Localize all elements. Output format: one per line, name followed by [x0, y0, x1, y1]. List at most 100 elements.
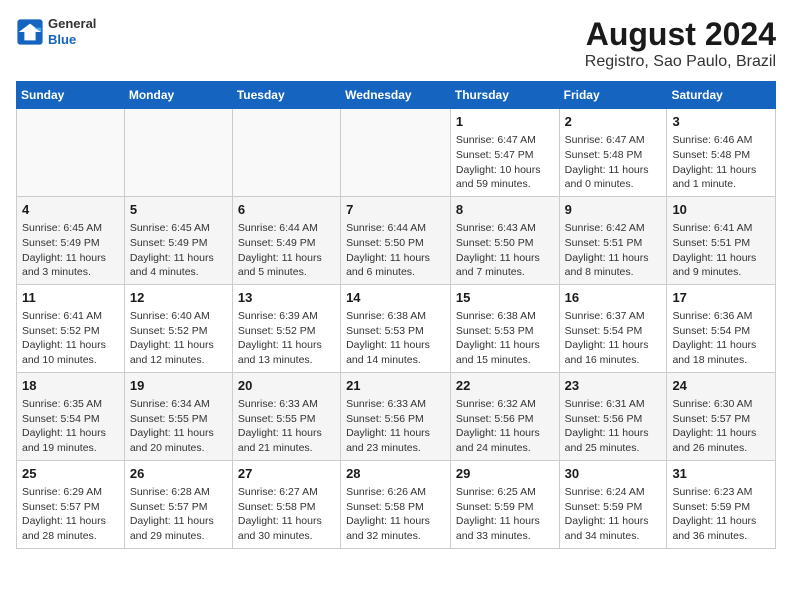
day-content: Sunrise: 6:35 AM Sunset: 5:54 PM Dayligh…: [22, 397, 119, 456]
day-cell: 3 Sunrise: 6:46 AM Sunset: 5:48 PM Daylig…: [667, 109, 776, 197]
page-subtitle: Registro, Sao Paulo, Brazil: [585, 53, 776, 71]
day-number: 21: [346, 377, 445, 395]
day-number: 8: [456, 201, 554, 219]
day-number: 6: [238, 201, 335, 219]
day-cell: 1 Sunrise: 6:47 AM Sunset: 5:47 PM Daylig…: [450, 109, 559, 197]
day-content: Sunrise: 6:44 AM Sunset: 5:50 PM Dayligh…: [346, 221, 445, 280]
day-number: 1: [456, 113, 554, 131]
day-cell: 13 Sunrise: 6:39 AM Sunset: 5:52 PM Dayli…: [232, 284, 340, 372]
day-content: Sunrise: 6:47 AM Sunset: 5:48 PM Dayligh…: [565, 133, 662, 192]
day-content: Sunrise: 6:41 AM Sunset: 5:52 PM Dayligh…: [22, 309, 119, 368]
day-content: Sunrise: 6:33 AM Sunset: 5:55 PM Dayligh…: [238, 397, 335, 456]
header-row: SundayMondayTuesdayWednesdayThursdayFrid…: [17, 82, 776, 109]
week-row-4: 18 Sunrise: 6:35 AM Sunset: 5:54 PM Dayli…: [17, 372, 776, 460]
day-cell: 24 Sunrise: 6:30 AM Sunset: 5:57 PM Dayli…: [667, 372, 776, 460]
day-content: Sunrise: 6:44 AM Sunset: 5:49 PM Dayligh…: [238, 221, 335, 280]
day-number: 13: [238, 289, 335, 307]
day-cell: 29Sunrise: 6:25 AM Sunset: 5:59 PM Dayli…: [450, 460, 559, 548]
day-cell: 21 Sunrise: 6:33 AM Sunset: 5:56 PM Dayli…: [341, 372, 451, 460]
day-number: 30: [565, 465, 662, 483]
day-number: 15: [456, 289, 554, 307]
day-number: 20: [238, 377, 335, 395]
week-row-1: 1 Sunrise: 6:47 AM Sunset: 5:47 PM Daylig…: [17, 109, 776, 197]
day-cell: 25Sunrise: 6:29 AM Sunset: 5:57 PM Dayli…: [17, 460, 125, 548]
day-cell: [232, 109, 340, 197]
day-number: 31: [672, 465, 770, 483]
day-cell: 15 Sunrise: 6:38 AM Sunset: 5:53 PM Dayli…: [450, 284, 559, 372]
day-cell: 19 Sunrise: 6:34 AM Sunset: 5:55 PM Dayli…: [124, 372, 232, 460]
day-content: Sunrise: 6:46 AM Sunset: 5:48 PM Dayligh…: [672, 133, 770, 192]
day-cell: 22Sunrise: 6:32 AM Sunset: 5:56 PM Dayli…: [450, 372, 559, 460]
title-area: August 2024 Registro, Sao Paulo, Brazil: [585, 16, 776, 71]
header-cell-tuesday: Tuesday: [232, 82, 340, 109]
page-header: General Blue August 2024 Registro, Sao P…: [16, 16, 776, 71]
day-cell: 26 Sunrise: 6:28 AM Sunset: 5:57 PM Dayli…: [124, 460, 232, 548]
day-cell: 23Sunrise: 6:31 AM Sunset: 5:56 PM Dayli…: [559, 372, 667, 460]
calendar-table: SundayMondayTuesdayWednesdayThursdayFrid…: [16, 81, 776, 549]
day-cell: 5Sunrise: 6:45 AM Sunset: 5:49 PM Daylig…: [124, 196, 232, 284]
day-number: 28: [346, 465, 445, 483]
day-cell: 8Sunrise: 6:43 AM Sunset: 5:50 PM Daylig…: [450, 196, 559, 284]
day-content: Sunrise: 6:34 AM Sunset: 5:55 PM Dayligh…: [130, 397, 227, 456]
week-row-5: 25Sunrise: 6:29 AM Sunset: 5:57 PM Dayli…: [17, 460, 776, 548]
day-number: 7: [346, 201, 445, 219]
day-cell: 31 Sunrise: 6:23 AM Sunset: 5:59 PM Dayli…: [667, 460, 776, 548]
day-content: Sunrise: 6:30 AM Sunset: 5:57 PM Dayligh…: [672, 397, 770, 456]
day-content: Sunrise: 6:24 AM Sunset: 5:59 PM Dayligh…: [565, 485, 662, 544]
day-number: 2: [565, 113, 662, 131]
header-cell-wednesday: Wednesday: [341, 82, 451, 109]
day-number: 27: [238, 465, 335, 483]
day-cell: 9 Sunrise: 6:42 AM Sunset: 5:51 PM Daylig…: [559, 196, 667, 284]
day-number: 24: [672, 377, 770, 395]
day-content: Sunrise: 6:39 AM Sunset: 5:52 PM Dayligh…: [238, 309, 335, 368]
day-content: Sunrise: 6:33 AM Sunset: 5:56 PM Dayligh…: [346, 397, 445, 456]
header-cell-monday: Monday: [124, 82, 232, 109]
header-cell-saturday: Saturday: [667, 82, 776, 109]
day-cell: 18 Sunrise: 6:35 AM Sunset: 5:54 PM Dayli…: [17, 372, 125, 460]
day-content: Sunrise: 6:40 AM Sunset: 5:52 PM Dayligh…: [130, 309, 227, 368]
day-content: Sunrise: 6:23 AM Sunset: 5:59 PM Dayligh…: [672, 485, 770, 544]
day-number: 14: [346, 289, 445, 307]
page-title: August 2024: [585, 16, 776, 53]
calendar-body: 1 Sunrise: 6:47 AM Sunset: 5:47 PM Daylig…: [17, 109, 776, 549]
day-cell: 7 Sunrise: 6:44 AM Sunset: 5:50 PM Daylig…: [341, 196, 451, 284]
day-number: 18: [22, 377, 119, 395]
header-cell-sunday: Sunday: [17, 82, 125, 109]
day-content: Sunrise: 6:36 AM Sunset: 5:54 PM Dayligh…: [672, 309, 770, 368]
day-cell: 16 Sunrise: 6:37 AM Sunset: 5:54 PM Dayli…: [559, 284, 667, 372]
day-cell: 14Sunrise: 6:38 AM Sunset: 5:53 PM Dayli…: [341, 284, 451, 372]
day-number: 12: [130, 289, 227, 307]
logo-text: General Blue: [48, 16, 96, 47]
day-cell: 4Sunrise: 6:45 AM Sunset: 5:49 PM Daylig…: [17, 196, 125, 284]
day-number: 10: [672, 201, 770, 219]
day-number: 9: [565, 201, 662, 219]
day-cell: 30 Sunrise: 6:24 AM Sunset: 5:59 PM Dayli…: [559, 460, 667, 548]
day-content: Sunrise: 6:31 AM Sunset: 5:56 PM Dayligh…: [565, 397, 662, 456]
header-cell-friday: Friday: [559, 82, 667, 109]
day-cell: 2 Sunrise: 6:47 AM Sunset: 5:48 PM Daylig…: [559, 109, 667, 197]
day-number: 11: [22, 289, 119, 307]
day-number: 19: [130, 377, 227, 395]
day-cell: 17Sunrise: 6:36 AM Sunset: 5:54 PM Dayli…: [667, 284, 776, 372]
week-row-2: 4Sunrise: 6:45 AM Sunset: 5:49 PM Daylig…: [17, 196, 776, 284]
day-content: Sunrise: 6:42 AM Sunset: 5:51 PM Dayligh…: [565, 221, 662, 280]
header-cell-thursday: Thursday: [450, 82, 559, 109]
day-number: 3: [672, 113, 770, 131]
day-content: Sunrise: 6:28 AM Sunset: 5:57 PM Dayligh…: [130, 485, 227, 544]
day-content: Sunrise: 6:37 AM Sunset: 5:54 PM Dayligh…: [565, 309, 662, 368]
day-content: Sunrise: 6:26 AM Sunset: 5:58 PM Dayligh…: [346, 485, 445, 544]
day-content: Sunrise: 6:29 AM Sunset: 5:57 PM Dayligh…: [22, 485, 119, 544]
day-cell: 27 Sunrise: 6:27 AM Sunset: 5:58 PM Dayli…: [232, 460, 340, 548]
day-cell: 11 Sunrise: 6:41 AM Sunset: 5:52 PM Dayli…: [17, 284, 125, 372]
logo-icon: [16, 18, 44, 46]
day-cell: [124, 109, 232, 197]
day-number: 26: [130, 465, 227, 483]
day-content: Sunrise: 6:38 AM Sunset: 5:53 PM Dayligh…: [456, 309, 554, 368]
day-content: Sunrise: 6:47 AM Sunset: 5:47 PM Dayligh…: [456, 133, 554, 192]
day-content: Sunrise: 6:27 AM Sunset: 5:58 PM Dayligh…: [238, 485, 335, 544]
day-cell: 28 Sunrise: 6:26 AM Sunset: 5:58 PM Dayli…: [341, 460, 451, 548]
day-number: 16: [565, 289, 662, 307]
day-content: Sunrise: 6:25 AM Sunset: 5:59 PM Dayligh…: [456, 485, 554, 544]
day-cell: 12 Sunrise: 6:40 AM Sunset: 5:52 PM Dayli…: [124, 284, 232, 372]
week-row-3: 11 Sunrise: 6:41 AM Sunset: 5:52 PM Dayli…: [17, 284, 776, 372]
